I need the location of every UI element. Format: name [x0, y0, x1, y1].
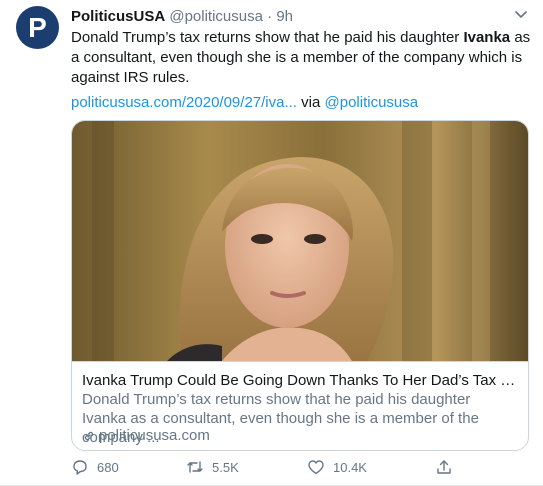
card-domain[interactable]: politicususa.com: [82, 426, 210, 445]
card-image[interactable]: [72, 121, 528, 361]
share-icon: [437, 460, 451, 474]
via-handle-link[interactable]: @politicususa: [325, 94, 419, 111]
reply-button[interactable]: 680: [71, 458, 119, 476]
card-body[interactable]: Ivanka Trump Could Be Going Down Thanks …: [72, 361, 528, 450]
link-icon: [84, 431, 94, 440]
card-title[interactable]: Ivanka Trump Could Be Going Down Thanks …: [82, 371, 518, 390]
tweet-header: PoliticusUSA @politicususa · 9h: [71, 7, 293, 27]
separator: ·: [267, 8, 273, 25]
reply-icon: [73, 460, 87, 475]
reply-count: 680: [97, 459, 119, 475]
tweet[interactable]: P PoliticusUSA @politicususa · 9h Donald…: [0, 0, 543, 486]
tweet-actions: 680 5.5K 10.4K: [71, 458, 471, 478]
tweet-text: Donald Trump’s tax returns show that he …: [71, 28, 531, 88]
like-icon: [308, 460, 324, 475]
retweet-icon: [187, 461, 203, 473]
tweet-text-part: Donald Trump’s tax returns show that he …: [71, 29, 464, 46]
user-handle[interactable]: @politicususa: [169, 8, 263, 25]
retweet-button[interactable]: 5.5K: [186, 458, 239, 476]
tweet-text-bold: Ivanka: [463, 29, 511, 46]
link-card[interactable]: Ivanka Trump Could Be Going Down Thanks …: [71, 120, 529, 451]
avatar-letter: P: [28, 11, 47, 43]
like-count: 10.4K: [333, 459, 367, 475]
chevron-down-icon[interactable]: [513, 6, 529, 22]
like-button[interactable]: 10.4K: [307, 458, 367, 476]
share-button[interactable]: [435, 458, 453, 476]
card-domain-text: politicususa.com: [99, 427, 210, 444]
tweet-link-line: politicususa.com/2020/09/27/iva... via @…: [71, 93, 418, 113]
avatar[interactable]: P: [16, 6, 59, 49]
timestamp[interactable]: 9h: [276, 8, 293, 25]
retweet-count: 5.5K: [212, 459, 239, 475]
article-link[interactable]: politicususa.com/2020/09/27/iva...: [71, 94, 297, 111]
via-label: via: [301, 94, 321, 111]
display-name[interactable]: PoliticusUSA: [71, 8, 165, 25]
